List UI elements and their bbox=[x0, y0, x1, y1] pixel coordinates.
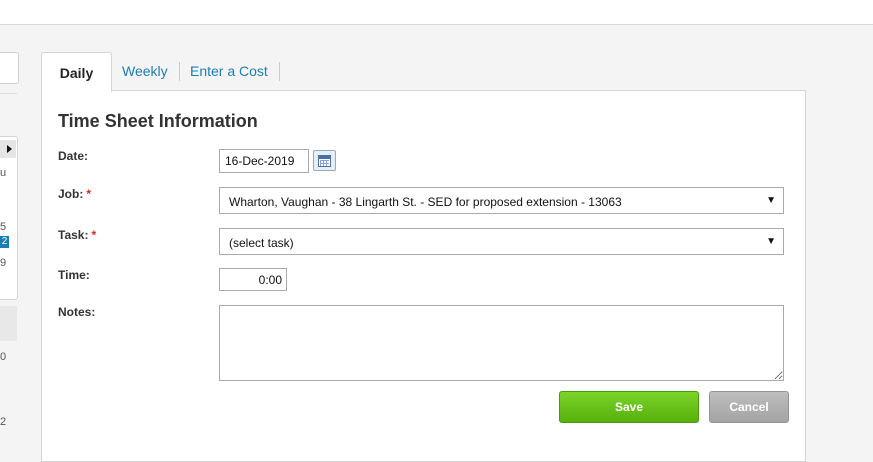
sidebar-text-fragment: 9 bbox=[0, 257, 7, 269]
tab-divider bbox=[179, 62, 180, 81]
job-select-value: Wharton, Vaughan - 38 Lingarth St. - SED… bbox=[229, 195, 622, 209]
calendar-icon bbox=[318, 155, 331, 167]
sidebar-text-fragment: u bbox=[0, 167, 7, 179]
task-select[interactable]: (select task) ▼ bbox=[219, 228, 784, 255]
task-label-text: Task: bbox=[58, 228, 89, 242]
sidebar-badge: 2 bbox=[0, 236, 9, 248]
job-select[interactable]: Wharton, Vaughan - 38 Lingarth St. - SED… bbox=[219, 187, 784, 214]
save-button[interactable]: Save bbox=[559, 391, 699, 423]
calendar-button[interactable] bbox=[313, 150, 336, 171]
page-title: Time Sheet Information bbox=[58, 111, 258, 131]
chevron-down-icon: ▼ bbox=[766, 195, 776, 206]
tab-divider bbox=[279, 62, 280, 81]
job-label-text: Job: bbox=[58, 187, 84, 201]
required-marker: * bbox=[86, 187, 92, 201]
notes-textarea[interactable] bbox=[219, 305, 784, 381]
time-input[interactable] bbox=[219, 268, 287, 291]
sidebar-divider bbox=[0, 93, 17, 94]
date-label: Date: bbox=[58, 149, 89, 163]
date-input[interactable] bbox=[219, 149, 309, 173]
tab-enter-a-cost[interactable]: Enter a Cost bbox=[190, 63, 268, 79]
task-label: Task: * bbox=[58, 228, 96, 242]
time-label: Time: bbox=[58, 268, 90, 282]
tab-daily[interactable]: Daily bbox=[41, 52, 112, 92]
sidebar-selected-row[interactable] bbox=[0, 306, 17, 341]
chevron-down-icon: ▼ bbox=[766, 236, 776, 247]
job-label: Job: * bbox=[58, 187, 91, 201]
task-select-value: (select task) bbox=[229, 236, 294, 250]
sidebar-text-fragment: 2 bbox=[0, 416, 7, 428]
expand-arrow-icon[interactable] bbox=[0, 140, 16, 158]
sidebar-text-fragment: 5 bbox=[0, 221, 7, 233]
notes-label: Notes: bbox=[58, 305, 96, 319]
tab-weekly[interactable]: Weekly bbox=[122, 63, 168, 79]
top-bar bbox=[0, 0, 873, 25]
sidebar-button[interactable] bbox=[0, 52, 19, 84]
required-marker: * bbox=[91, 228, 97, 242]
sidebar-panel bbox=[0, 136, 18, 300]
sidebar-text-fragment: 0 bbox=[0, 351, 7, 363]
cancel-button[interactable]: Cancel bbox=[709, 391, 789, 423]
